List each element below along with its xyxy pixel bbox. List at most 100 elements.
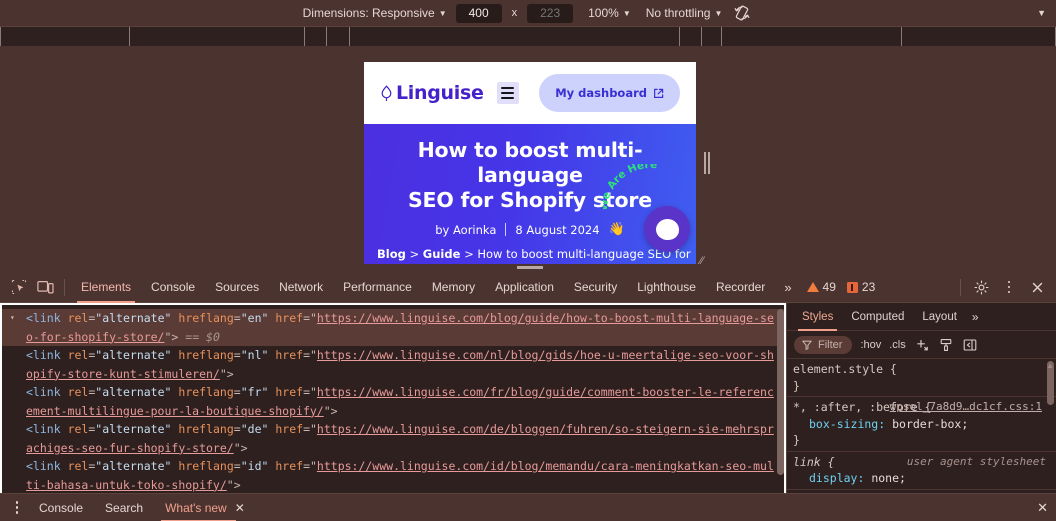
dom-node-row[interactable]: <link rel="alternate" hreflang="id" href… <box>2 457 784 476</box>
tab-label: Memory <box>431 280 476 294</box>
dom-tree-scrollbar[interactable] <box>777 309 784 489</box>
css-declaration[interactable]: display: none; <box>793 470 1056 487</box>
css-property-value[interactable]: border-box; <box>892 417 968 431</box>
dom-node-row[interactable]: o-for-shopify-store/"> == $0 <box>2 327 784 346</box>
dom-attr-url[interactable]: https://www.linguise.com/nl/blog/gids/ho… <box>317 348 774 362</box>
ruler-segment[interactable] <box>327 27 350 46</box>
device-toolbar-more-icon[interactable]: ▼ <box>1037 8 1046 18</box>
more-options-icon[interactable] <box>996 274 1022 300</box>
ruler-segment[interactable] <box>130 27 305 46</box>
dom-node-row[interactable]: <link rel="alternate" hreflang="nl" href… <box>2 346 784 365</box>
hov-button[interactable]: :hov <box>860 339 881 351</box>
viewport-resize-handle-corner[interactable]: ⁄⁄ <box>700 256 714 270</box>
scroll-up-icon[interactable]: ▲ <box>1046 361 1054 370</box>
breadcrumb-root[interactable]: Blog <box>377 247 406 261</box>
dom-attr-url[interactable]: achiges-seo-fur-shopify-store/ <box>26 441 234 455</box>
dom-attr-url[interactable]: https://www.linguise.com/id/blog/memandu… <box>317 459 774 473</box>
tab-security[interactable]: Security <box>564 272 627 303</box>
ruler-segment[interactable] <box>0 27 130 46</box>
cls-button[interactable]: .cls <box>889 339 906 351</box>
tab-application[interactable]: Application <box>485 272 564 303</box>
viewport-height-input[interactable] <box>527 3 574 23</box>
tab-performance[interactable]: Performance <box>333 272 422 303</box>
more-tabs-icon[interactable]: » <box>775 280 800 295</box>
drawer-tab-search[interactable]: Search <box>94 494 154 521</box>
drawer-tab-console[interactable]: Console <box>28 494 94 521</box>
gear-icon[interactable] <box>968 274 994 300</box>
breadcrumb-separator: > <box>464 247 474 261</box>
styles-filter-input[interactable]: Filter <box>794 335 853 354</box>
dom-attr-url[interactable]: ti-bahasa-untuk-toko-shopify/ <box>26 478 227 492</box>
page-preview-frame[interactable]: Linguise My dashboard How to boost multi… <box>364 62 696 264</box>
tab-network[interactable]: Network <box>269 272 333 303</box>
throttling-dropdown[interactable]: No throttling ▼ <box>646 6 723 20</box>
viewport-width-input[interactable] <box>455 3 502 23</box>
ruler-segment[interactable] <box>702 27 722 46</box>
tab-recorder[interactable]: Recorder <box>706 272 775 303</box>
css-property-name[interactable]: display: <box>793 471 871 485</box>
ruler-segment[interactable] <box>680 27 702 46</box>
css-rule[interactable]: *, :after, :before {wpsol_7a8d9…dc1cf.cs… <box>787 397 1056 452</box>
dom-attr-url[interactable]: o-for-shopify-store/ <box>26 330 164 344</box>
dom-attr-url[interactable]: https://www.linguise.com/de/bloggen/fuhr… <box>317 422 774 436</box>
scrollbar-thumb[interactable] <box>777 309 784 475</box>
dom-attr-url[interactable]: opify-store-kunt-stimuleren/ <box>26 367 220 381</box>
dom-node-row[interactable]: <link rel="alternate" hreflang="de" href… <box>2 420 784 439</box>
chat-bubble-icon[interactable] <box>644 206 690 252</box>
dom-node-row[interactable]: <link rel="alternate" hreflang="en" href… <box>2 309 784 328</box>
tab-memory[interactable]: Memory <box>422 272 485 303</box>
css-declaration[interactable]: box-sizing: border-box; <box>793 416 1056 433</box>
my-dashboard-button[interactable]: My dashboard <box>539 74 680 112</box>
ruler-segment[interactable] <box>350 27 680 46</box>
css-property-name[interactable]: box-sizing: <box>793 417 892 431</box>
error-counter[interactable]: 23 <box>846 280 875 294</box>
dom-token: = <box>233 422 241 436</box>
dom-node-row[interactable]: ti-bahasa-untuk-toko-shopify/"> <box>2 476 784 494</box>
close-icon[interactable]: ✕ <box>235 501 245 515</box>
ruler-segment[interactable] <box>902 27 1056 46</box>
tab-lighthouse[interactable]: Lighthouse <box>627 272 706 303</box>
dom-tree[interactable]: <link rel="alternate" hreflang="en" href… <box>0 303 786 495</box>
panel-toggle-icon[interactable] <box>962 337 978 353</box>
viewport-resize-handle-right[interactable] <box>700 62 714 264</box>
dom-node-row[interactable]: ement-multilingue-pour-la-boutique-shopi… <box>2 402 784 421</box>
ruler-track[interactable] <box>0 27 1056 46</box>
tab-elements[interactable]: Elements <box>71 272 141 303</box>
tab-computed[interactable]: Computed <box>842 303 913 331</box>
plus-icon[interactable] <box>914 337 930 353</box>
dom-attr-url[interactable]: https://www.linguise.com/blog/guide/how-… <box>317 311 774 325</box>
dom-attr-url[interactable]: ement-multilingue-pour-la-boutique-shopi… <box>26 404 324 418</box>
css-rule[interactable]: element.style {} <box>787 359 1056 397</box>
drawer-tab-whats-new[interactable]: What's new ✕ <box>154 494 256 521</box>
more-styles-tabs-icon[interactable]: » <box>966 310 985 324</box>
hamburger-menu-icon[interactable] <box>496 82 519 104</box>
close-drawer-icon[interactable]: ✕ <box>1037 500 1048 516</box>
inspect-element-icon[interactable] <box>6 274 32 300</box>
breadcrumb-section[interactable]: Guide <box>423 247 461 261</box>
more-options-icon[interactable] <box>6 497 28 519</box>
tab-layout[interactable]: Layout <box>913 303 966 331</box>
ruler-segment[interactable] <box>722 27 902 46</box>
tab-label: Lighthouse <box>637 280 696 294</box>
article-title-line1: How to boost multi-language <box>417 138 643 187</box>
css-source-link[interactable]: wpsol_7a8d9…dc1cf.css:1 <box>890 399 1042 416</box>
zoom-dropdown[interactable]: 100% ▼ <box>588 6 631 20</box>
css-selector[interactable]: element.style { <box>793 361 1056 378</box>
dom-node-row[interactable]: <link rel="alternate" hreflang="fr" href… <box>2 383 784 402</box>
dimensions-dropdown[interactable]: Dimensions: Responsive ▼ <box>303 6 447 20</box>
close-icon[interactable] <box>1024 274 1050 300</box>
tab-console[interactable]: Console <box>141 272 205 303</box>
device-toolbar-icon[interactable] <box>32 274 58 300</box>
dom-attr-url[interactable]: https://www.linguise.com/fr/blog/guide/c… <box>317 385 774 399</box>
tab-styles[interactable]: Styles <box>793 303 842 331</box>
dom-node-row[interactable]: opify-store-kunt-stimuleren/"> <box>2 365 784 384</box>
site-logo[interactable]: Linguise <box>380 82 484 104</box>
css-rule[interactable]: link {user agent stylesheet display: none… <box>787 452 1056 490</box>
tab-sources[interactable]: Sources <box>205 272 269 303</box>
css-property-value[interactable]: none; <box>871 471 906 485</box>
ruler-segment[interactable] <box>305 27 327 46</box>
rotate-device-icon[interactable] <box>731 2 753 24</box>
brush-icon[interactable] <box>938 337 954 353</box>
warning-counter[interactable]: 49 <box>806 280 836 294</box>
dom-node-row[interactable]: achiges-seo-fur-shopify-store/"> <box>2 439 784 458</box>
